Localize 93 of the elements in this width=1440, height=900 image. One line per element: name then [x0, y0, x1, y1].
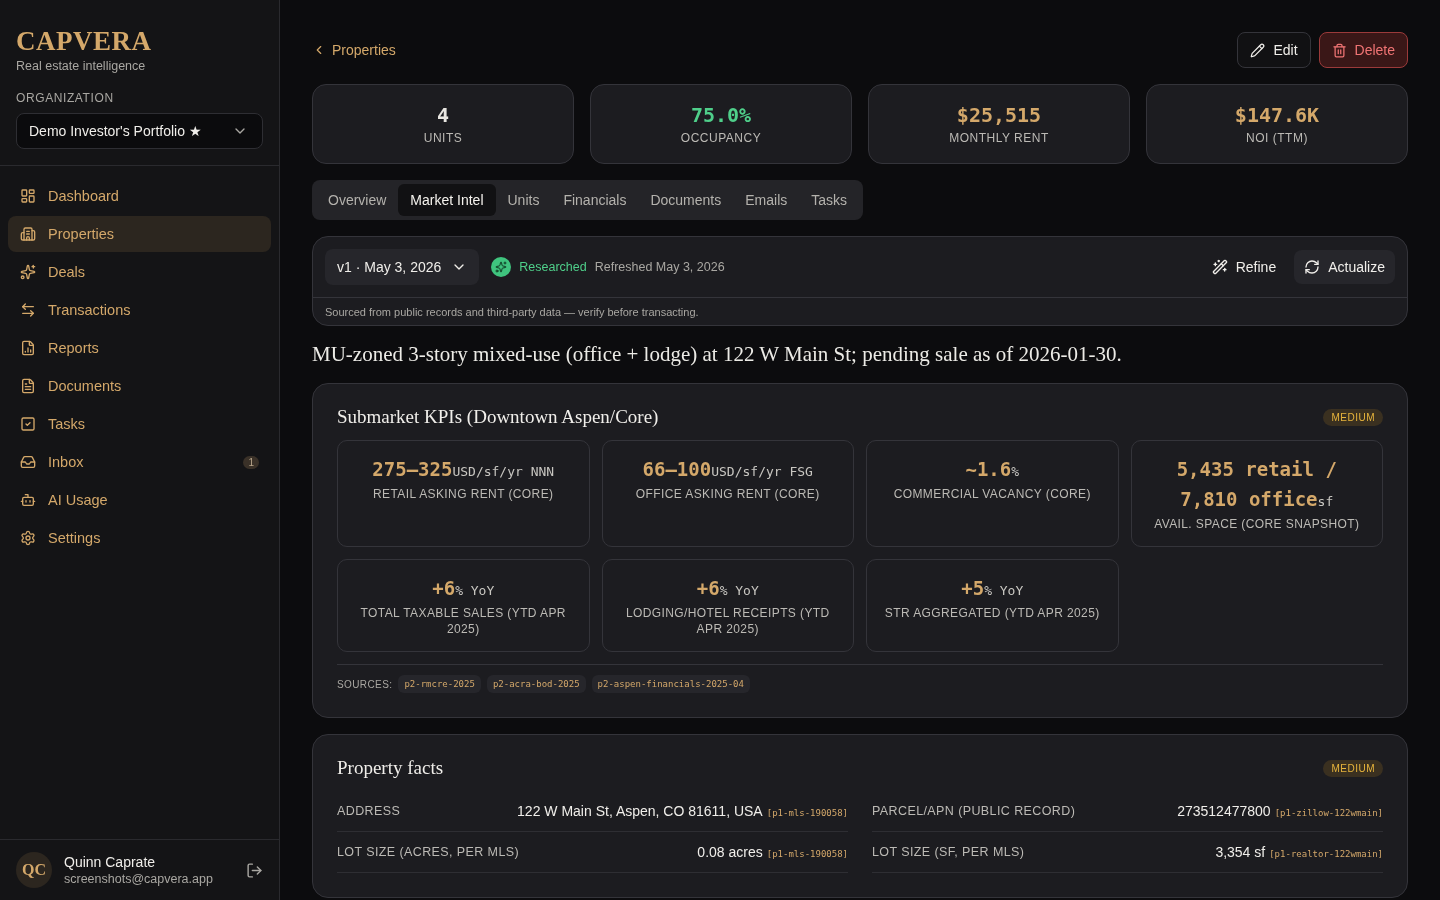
actualize-button[interactable]: Actualize [1294, 250, 1395, 284]
edit-button[interactable]: Edit [1237, 32, 1311, 68]
fact-label: LOT SIZE (ACRES, PER MLS) [337, 845, 520, 859]
stat-label: UNITS [423, 131, 463, 145]
kpi-value: +6% YoY [432, 576, 495, 601]
tab[interactable]: Financials [551, 184, 639, 216]
stat-value: $25,515 [956, 103, 1042, 127]
refine-button[interactable]: Refine [1201, 250, 1287, 284]
stat-label: NOI (TTM) [1246, 131, 1308, 145]
inbox-icon [20, 454, 36, 470]
kpi-value: +6% YoY [696, 576, 759, 601]
kpi-value: ~1.6% [965, 457, 1020, 482]
magic-wand-icon [1211, 259, 1228, 275]
disclaimer-text: Sourced from public records and third-party data — verify before transacting. [324, 305, 700, 320]
sidebar-item[interactable]: Tasks [8, 406, 271, 442]
kpi-value: 66–100USD/sf/yr FSG [642, 457, 813, 482]
brand-logo: CAPVERA [16, 26, 153, 57]
fact-label: LOT SIZE (SF, PER MLS) [872, 845, 1025, 859]
kpi-label: TOTAL TAXABLE SALES (YTD APR 2025) [359, 605, 567, 637]
kpi-value: 275–325USD/sf/yr NNN [372, 457, 555, 482]
robot-icon [20, 492, 36, 508]
tab[interactable]: Units [495, 184, 552, 216]
sidebar-item[interactable]: Inbox 1 [8, 444, 271, 480]
sidebar-item[interactable]: Documents [8, 368, 271, 404]
user-name: Quinn Caprate [64, 854, 157, 870]
building-icon [20, 226, 36, 242]
source-chip[interactable]: p2-rmcre-2025 [398, 675, 481, 693]
source-chip[interactable]: p2-acra-bod-2025 [486, 675, 586, 693]
tab[interactable]: Market Intel [398, 184, 496, 216]
source-ref: [p1-mls-190058] [766, 849, 848, 859]
section-title: Property facts [337, 757, 444, 779]
fact-value: 0.08 acres [697, 844, 763, 860]
sidebar-item[interactable]: Settings [8, 520, 271, 556]
stat-value: 75.0% [690, 103, 752, 127]
sidebar-item[interactable]: AI Usage [8, 482, 271, 518]
kpi-label: LODGING/HOTEL RECEIPTS (YTD APR 2025) [624, 605, 831, 637]
kpi-label: COMMERCIAL VACANCY (CORE) [893, 486, 1091, 502]
trash-icon [1331, 42, 1347, 58]
source-ref: [p1-zillow-122wmain] [1274, 808, 1383, 818]
kpi-label: AVAIL. SPACE (CORE SNAPSHOT) [1154, 516, 1360, 532]
logout-icon[interactable] [246, 861, 263, 879]
fact-value: 3,354 sf [1215, 844, 1266, 860]
fact-label: PARCEL/APN (PUBLIC RECORD) [872, 804, 1076, 818]
user-email: screenshots@capvera.app [64, 872, 214, 886]
source-ref: [p1-mls-190058] [766, 808, 848, 818]
fact-label: ADDRESS [337, 804, 401, 818]
settings-icon [20, 530, 36, 546]
confidence-badge: MEDIUM [1323, 759, 1383, 777]
checkbox-icon [20, 416, 36, 432]
source-ref: [p1-realtor-122wmain] [1269, 849, 1383, 859]
tab[interactable]: Emails [733, 184, 800, 216]
sources-label: SOURCES: [337, 678, 393, 690]
section-title: Submarket KPIs (Downtown Aspen/Core) [337, 406, 659, 428]
fact-value: 273512477800 [1177, 803, 1271, 819]
organization-select[interactable]: Demo Investor's Portfolio ★ [16, 113, 263, 149]
back-link[interactable]: Properties [312, 42, 396, 58]
fact-value: 122 W Main St, Aspen, CO 81611, USA [517, 803, 763, 819]
stat-label: MONTHLY RENT [949, 131, 1049, 145]
stat-value: 4 [436, 103, 449, 127]
property-summary: MU-zoned 3-story mixed-use (office + lodge) at 122 W Main St; pending sale as of 2026-01-30. [312, 342, 1123, 367]
dashboard-icon [20, 188, 36, 204]
tab[interactable]: Overview [316, 184, 399, 216]
stat-value: $147.6K [1234, 103, 1320, 127]
tab[interactable]: Documents [638, 184, 734, 216]
count-badge: 1 [243, 455, 259, 469]
kpi-label: RETAIL ASKING RENT (CORE) [373, 486, 554, 502]
refreshed-text: Refreshed May 3, 2026 [594, 260, 726, 274]
delete-button[interactable]: Delete [1318, 32, 1408, 68]
kpi-value: 5,435 retail / 7,810 officesf [1175, 457, 1338, 512]
sparkles-icon [491, 257, 512, 277]
kpi-label: OFFICE ASKING RENT (CORE) [635, 486, 820, 502]
kpi-value: +5% YoY [961, 576, 1024, 601]
report-icon [20, 340, 36, 356]
sidebar-item[interactable]: Deals [8, 254, 271, 290]
refresh-icon [1304, 259, 1321, 275]
sidebar-item[interactable]: Properties [8, 216, 271, 252]
sidebar-item[interactable]: Transactions [8, 292, 271, 328]
kpi-label: STR AGGREGATED (YTD APR 2025) [884, 605, 1100, 621]
sparkles-icon [20, 264, 36, 280]
stat-label: OCCUPANCY [680, 131, 762, 145]
arrows-icon [20, 302, 36, 318]
document-icon [20, 378, 36, 394]
source-chip[interactable]: p2-aspen-financials-2025-04 [591, 675, 750, 693]
organization-label: ORGANIZATION [16, 91, 115, 105]
sidebar-item[interactable]: Reports [8, 330, 271, 366]
brand-tagline: Real estate intelligence [16, 59, 147, 73]
sidebar-item[interactable]: Dashboard [8, 178, 271, 214]
confidence-badge: MEDIUM [1323, 408, 1383, 426]
user-avatar: QC [16, 852, 52, 888]
pencil-icon [1250, 42, 1266, 58]
version-select[interactable]: v1 · May 3, 2026 [325, 249, 480, 285]
status-text: Researched [519, 260, 587, 274]
tab[interactable]: Tasks [799, 184, 860, 216]
